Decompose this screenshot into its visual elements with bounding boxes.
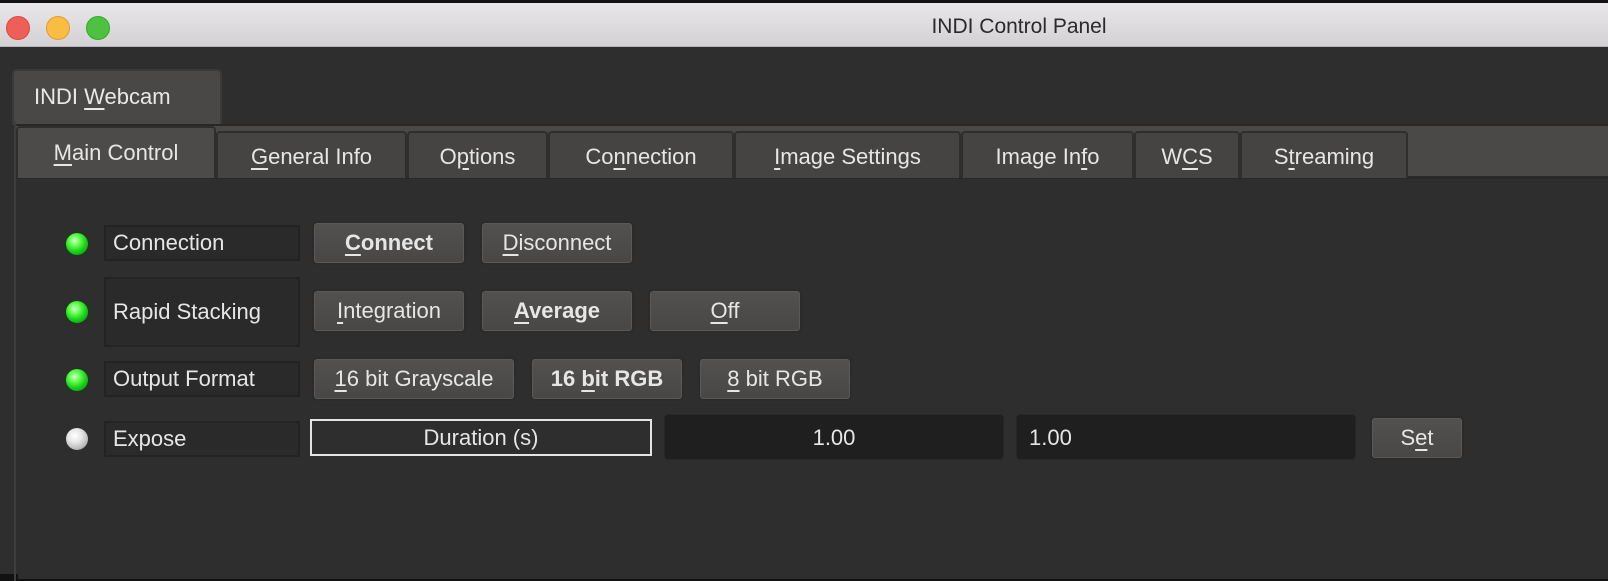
16-bit-rgb-button[interactable]: 16 bit RGB (530, 357, 684, 401)
title-bar[interactable]: INDI Control Panel (0, 3, 1608, 47)
connect-button[interactable]: Connect (312, 221, 466, 265)
device-tab-label: INDI Webcam (34, 84, 171, 109)
set-duration-button[interactable]: Set (1370, 416, 1464, 460)
disconnect-button[interactable]: Disconnect (480, 221, 634, 265)
output-format-status-led (66, 369, 88, 391)
group-tab-bar: Main Control General Info Options Connec… (16, 124, 1608, 179)
window-title: INDI Control Panel (931, 15, 1107, 38)
8-bit-rgb-button[interactable]: 8 bit RGB (698, 357, 852, 401)
tab-general-info[interactable]: General Info (216, 131, 407, 178)
tab-image-info[interactable]: Image Info (961, 131, 1134, 178)
connection-status-led (66, 233, 88, 255)
device-tab-indi-webcam[interactable]: INDI Webcam (12, 69, 222, 125)
off-button[interactable]: Off (648, 289, 802, 333)
duration-input[interactable]: 1.00 (1016, 414, 1356, 460)
output-format-label: Output Format (104, 361, 300, 397)
property-group-frame: Main Control General Info Options Connec… (14, 121, 1608, 581)
rapid-stacking-status-led (66, 301, 88, 323)
rapid-stacking-label: Rapid Stacking (104, 277, 300, 347)
tab-wcs[interactable]: WCS (1134, 131, 1240, 178)
duration-label: Duration (s) (310, 419, 652, 456)
indi-control-panel-window: INDI Control Panel INDI Webcam Main Cont… (0, 3, 1608, 581)
duration-current-value: 1.00 (664, 414, 1004, 460)
tab-connection[interactable]: Connection (548, 131, 734, 178)
expose-status-led (66, 428, 88, 450)
16-bit-grayscale-button[interactable]: 16 bit Grayscale (312, 357, 516, 401)
main-control-panel: Connection Connect Disconnect Rapid Stac… (18, 179, 1608, 579)
connection-label: Connection (104, 225, 300, 261)
tab-main-control[interactable]: Main Control (16, 126, 216, 178)
tab-image-settings[interactable]: Image Settings (734, 131, 961, 178)
tab-streaming[interactable]: Streaming (1240, 131, 1408, 178)
tab-options[interactable]: Options (407, 131, 548, 178)
expose-label: Expose (104, 421, 300, 457)
average-button[interactable]: Average (480, 289, 634, 333)
integration-button[interactable]: Integration (312, 289, 466, 333)
